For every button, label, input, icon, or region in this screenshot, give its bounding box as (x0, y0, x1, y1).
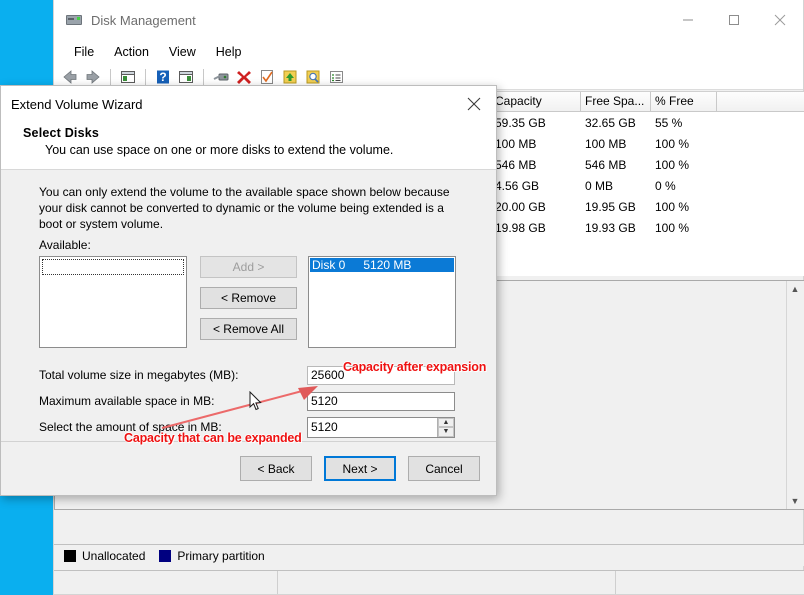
legend-swatch-unallocated (64, 549, 76, 562)
disk-selection-area: Add > < Remove < Remove All Disk 0 5120 … (39, 256, 482, 348)
window-titlebar: Disk Management (54, 0, 803, 40)
disk-drive-icon (66, 12, 82, 28)
svg-text:?: ? (159, 70, 166, 84)
cell-percent-free: 100 % (655, 220, 690, 235)
cell-capacity: 19.98 GB (495, 220, 546, 235)
cell-free-space: 19.95 GB (585, 199, 636, 214)
annotation-capacity-that-can-be-expanded: Capacity that can be expanded (124, 431, 302, 445)
status-cell-2 (278, 571, 616, 594)
annotation-capacity-after-expansion: Capacity after expansion (343, 360, 487, 374)
cancel-button[interactable]: Cancel (408, 456, 480, 481)
show-action-pane-icon[interactable] (176, 67, 196, 87)
stepper-down-icon[interactable]: ▼ (438, 427, 454, 437)
cell-free-space: 546 MB (585, 157, 627, 172)
selected-disks-listbox[interactable]: Disk 0 5120 MB (308, 256, 456, 348)
list-item[interactable]: Disk 0 5120 MB (310, 258, 454, 272)
menu-help[interactable]: Help (206, 43, 252, 61)
selected-disk-size: 5120 MB (363, 258, 412, 272)
menu-action[interactable]: Action (104, 43, 159, 61)
field-label: Total volume size in megabytes (MB): (39, 368, 239, 382)
back-icon[interactable] (60, 67, 80, 87)
search-icon[interactable] (303, 67, 323, 87)
selected-disks-area: Disk 0 5120 MB (308, 256, 456, 348)
window-controls (665, 0, 803, 40)
cell-capacity: 20.00 GB (495, 199, 546, 214)
select-amount-input[interactable]: 5120 (308, 418, 437, 437)
remove-all-button[interactable]: < Remove All (200, 318, 297, 340)
legend-label-primary: Primary partition (177, 548, 265, 563)
legend-label-unallocated: Unallocated (82, 548, 146, 563)
cell-capacity: 100 MB (495, 136, 537, 151)
status-cell-3 (616, 571, 804, 594)
col-header-extra[interactable] (717, 92, 804, 112)
select-amount-stepper[interactable]: 5120 ▲ ▼ (307, 416, 455, 438)
cell-free-space: 19.93 GB (585, 220, 636, 235)
intro-text: You can only extend the volume to the av… (39, 185, 450, 231)
scroll-up-icon[interactable]: ▲ (787, 281, 803, 297)
forward-icon[interactable] (83, 67, 103, 87)
annotation-arrow-icon (161, 386, 318, 429)
show-hide-console-tree-icon[interactable] (118, 67, 138, 87)
cell-capacity: 4.56 GB (495, 178, 540, 193)
col-header-percent-free[interactable]: % Free (651, 92, 717, 112)
properties-icon[interactable] (211, 67, 231, 87)
cell-percent-free: 0 % (655, 178, 676, 193)
menu-file[interactable]: File (64, 43, 104, 61)
page-subtitle: You can use space on one or more disks t… (45, 143, 394, 157)
delete-icon[interactable] (234, 67, 254, 87)
wizard-titlebar: Extend Volume Wizard (1, 86, 496, 122)
cell-free-space: 0 MB (585, 178, 614, 193)
col-header-capacity[interactable]: Capacity (491, 92, 581, 112)
status-cell-1 (54, 571, 278, 594)
cell-percent-free: 100 % (655, 136, 690, 151)
maximize-icon[interactable] (711, 0, 757, 40)
back-button[interactable]: < Back (240, 456, 312, 481)
scroll-down-icon[interactable]: ▼ (787, 493, 803, 509)
selected-disk-name: Disk 0 (312, 258, 346, 272)
status-bar (54, 570, 804, 594)
close-icon[interactable] (757, 0, 803, 40)
list-icon[interactable] (326, 67, 346, 87)
menu-bar: File Action View Help (54, 40, 803, 64)
transfer-buttons: Add > < Remove < Remove All (200, 256, 297, 348)
toolbar-separator (145, 68, 146, 85)
toolbar-separator (203, 68, 204, 85)
next-button[interactable]: Next > (324, 456, 396, 481)
remove-button[interactable]: < Remove (200, 287, 297, 309)
menu-view[interactable]: View (159, 43, 206, 61)
wizard-header: Select Disks You can use space on one or… (1, 122, 496, 170)
cell-percent-free: 100 % (655, 199, 690, 214)
legend-swatch-primary (159, 549, 172, 562)
check-icon[interactable] (257, 67, 277, 87)
mouse-cursor-icon (249, 391, 262, 411)
col-header-free-space[interactable]: Free Spa... (581, 92, 651, 112)
page-title: Select Disks (23, 126, 100, 140)
cell-percent-free: 55 % (655, 115, 683, 130)
cell-percent-free: 100 % (655, 157, 690, 172)
stepper-up-icon[interactable]: ▲ (438, 417, 454, 427)
minimize-icon[interactable] (665, 0, 711, 40)
legend: Unallocated Primary partition (54, 544, 804, 566)
wizard-title: Extend Volume Wizard (11, 96, 143, 112)
available-label: Available: (39, 238, 91, 252)
cell-capacity: 59.35 GB (495, 115, 546, 130)
toolbar-separator (110, 68, 111, 85)
available-disks-listbox[interactable] (39, 256, 187, 348)
window-title: Disk Management (91, 12, 196, 28)
cell-capacity: 546 MB (495, 157, 537, 172)
wizard-footer: < Back Next > Cancel (1, 441, 496, 495)
cell-free-space: 32.65 GB (585, 115, 636, 130)
upgrade-icon[interactable] (280, 67, 300, 87)
close-icon[interactable] (452, 86, 496, 122)
max-available-space-input[interactable]: 5120 (307, 391, 455, 411)
stepper-buttons: ▲ ▼ (437, 417, 454, 437)
cell-free-space: 100 MB (585, 136, 627, 151)
add-button[interactable]: Add > (200, 256, 297, 278)
help-icon[interactable]: ? (153, 67, 173, 87)
disk-view-scrollbar[interactable]: ▲ ▼ (786, 281, 802, 509)
